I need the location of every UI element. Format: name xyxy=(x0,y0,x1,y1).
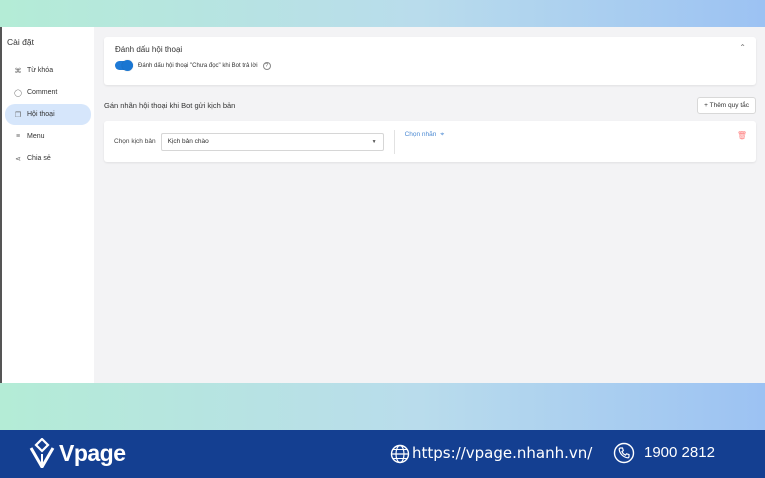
phone-number[interactable]: 1900 2812 xyxy=(644,444,715,461)
phone-icon xyxy=(613,442,635,464)
script-select-value: Kịch bản chào xyxy=(167,138,209,145)
vpage-logo-icon xyxy=(29,438,55,468)
app-window: Cài đặt ⌘ Từ khóa ◯ Comment ❐ Hội thoại … xyxy=(0,27,765,383)
sidebar-item-label: Chia sẻ xyxy=(27,155,51,162)
divider xyxy=(393,129,395,154)
sidebar-item-label: Hội thoại xyxy=(27,111,55,118)
menu-icon: ≡ xyxy=(15,133,21,140)
tag-icon: ⌖ xyxy=(440,131,445,138)
sidebar-item-menu[interactable]: ≡ Menu xyxy=(5,126,91,147)
globe-icon xyxy=(390,444,410,464)
label-picker[interactable]: Chọn nhãn ⌖ xyxy=(405,131,445,139)
toggle-label: Đánh dấu hội thoại "Chưa đọc" khi Bot tr… xyxy=(138,62,258,69)
conversation-icon: ❐ xyxy=(14,111,22,119)
trash-icon[interactable]: 🗑 xyxy=(737,131,747,140)
sidebar-item-comment[interactable]: ◯ Comment xyxy=(5,82,91,103)
script-field-label: Chọn kịch bản xyxy=(114,138,156,145)
sidebar-item-conversation[interactable]: ❐ Hội thoại xyxy=(5,104,91,125)
website-link[interactable]: https://vpage.nhanh.vn/ xyxy=(412,444,592,462)
sidebar-item-label: Từ khóa xyxy=(27,67,54,74)
sidebar-item-label: Menu xyxy=(27,133,45,140)
section-title: Đánh dấu hội thoại xyxy=(115,45,183,54)
keyword-icon: ⌘ xyxy=(14,67,22,75)
settings-sidebar: Cài đặt ⌘ Từ khóa ◯ Comment ❐ Hội thoại … xyxy=(2,27,94,383)
sidebar-title: Cài đặt xyxy=(7,37,34,47)
script-select[interactable]: Kịch bản chào ▼ xyxy=(160,132,384,151)
label-picker-text: Chọn nhãn xyxy=(404,131,437,138)
sidebar-item-label: Comment xyxy=(27,89,58,96)
help-icon[interactable]: ? xyxy=(262,61,271,70)
add-rule-button[interactable]: + Thêm quy tắc xyxy=(697,97,756,114)
toggle-row: Đánh dấu hội thoại "Chưa đọc" khi Bot tr… xyxy=(115,60,745,71)
rule-card: Chọn kịch bản Kịch bản chào ▼ Chọn nhãn … xyxy=(104,121,756,162)
section-title: Gán nhãn hội thoại khi Bot gửi kịch bản xyxy=(104,101,236,110)
mark-unread-toggle[interactable] xyxy=(115,60,133,71)
chevron-up-icon[interactable]: ⌃ xyxy=(739,43,746,52)
main-content: Đánh dấu hội thoại ⌃ Đánh dấu hội thoại … xyxy=(94,27,765,383)
sidebar-item-keywords[interactable]: ⌘ Từ khóa xyxy=(5,60,91,81)
promo-footer: Vpage https://vpage.nhanh.vn/ 1900 2812 xyxy=(0,430,765,478)
comment-icon: ◯ xyxy=(14,89,22,97)
vpage-logo: Vpage xyxy=(29,438,126,468)
brand-name: Vpage xyxy=(59,439,126,466)
caret-down-icon: ▼ xyxy=(371,138,377,145)
sidebar-item-share[interactable]: ⋖ Chia sẻ xyxy=(5,148,91,169)
share-icon: ⋖ xyxy=(15,155,21,163)
mark-conversation-card: Đánh dấu hội thoại ⌃ Đánh dấu hội thoại … xyxy=(104,37,756,85)
label-section-header: Gán nhãn hội thoại khi Bot gửi kịch bản … xyxy=(104,97,756,114)
